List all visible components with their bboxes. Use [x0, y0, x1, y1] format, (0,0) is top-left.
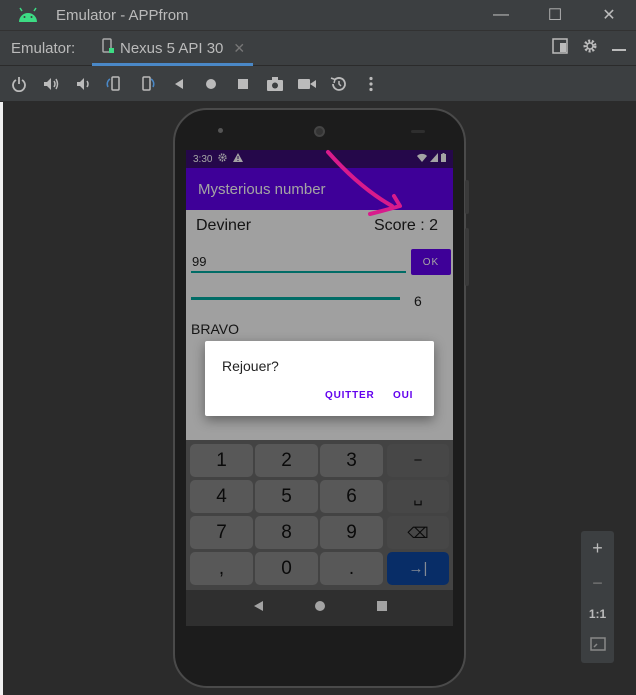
tab-label: Nexus 5 API 30	[120, 39, 224, 57]
emulator-tab-bar: Emulator: Nexus 5 API 30 ✕	[0, 30, 636, 66]
dialog-message: Rejouer?	[222, 358, 279, 374]
minimize-button[interactable]: —	[474, 0, 528, 30]
rotate-left-icon[interactable]	[102, 71, 128, 97]
zoom-panel: + − 1:1	[581, 531, 614, 663]
tab-nexus-5[interactable]: Nexus 5 API 30 ✕	[92, 30, 254, 66]
device-volume-button[interactable]	[465, 228, 469, 286]
rotate-right-icon[interactable]	[134, 71, 160, 97]
volume-down-icon[interactable]	[70, 71, 96, 97]
emulator-label: Emulator:	[11, 39, 76, 57]
device-speaker	[411, 130, 425, 133]
hide-panel-icon[interactable]	[612, 39, 626, 57]
settings-gear-icon[interactable]	[582, 38, 598, 59]
home-icon[interactable]	[198, 71, 224, 97]
snapshot-icon[interactable]	[326, 71, 352, 97]
volume-up-icon[interactable]	[38, 71, 64, 97]
quit-button[interactable]: QUITTER	[325, 390, 375, 401]
device-sensor-dot	[218, 128, 223, 133]
left-edge-strip	[0, 102, 3, 695]
window-title-bar: Emulator - APPfrom — ☐ ✕	[0, 0, 636, 30]
overview-icon[interactable]	[230, 71, 256, 97]
device-icon	[102, 38, 114, 58]
close-window-button[interactable]: ✕	[582, 0, 636, 30]
power-icon[interactable]	[6, 71, 32, 97]
front-camera-icon	[314, 126, 325, 137]
zoom-fit-icon[interactable]	[589, 635, 606, 656]
more-icon[interactable]	[358, 71, 384, 97]
rejouer-dialog: Rejouer? QUITTER OUI	[205, 341, 434, 416]
window-mode-icon[interactable]	[552, 37, 568, 59]
tab-close-icon[interactable]: ✕	[233, 40, 245, 57]
annotation-arrow-icon	[326, 150, 402, 216]
back-icon[interactable]	[166, 71, 192, 97]
yes-button[interactable]: OUI	[393, 390, 413, 401]
emulator-toolbar	[0, 66, 636, 102]
camera-icon[interactable]	[262, 71, 288, 97]
zoom-out-button[interactable]: −	[592, 573, 603, 594]
android-icon	[0, 7, 56, 23]
device-power-button[interactable]	[465, 180, 469, 214]
maximize-button[interactable]: ☐	[528, 0, 582, 30]
window-title: Emulator - APPfrom	[56, 6, 189, 24]
video-icon[interactable]	[294, 71, 320, 97]
zoom-in-button[interactable]: +	[592, 538, 603, 559]
zoom-one-to-one-button[interactable]: 1:1	[589, 607, 606, 621]
